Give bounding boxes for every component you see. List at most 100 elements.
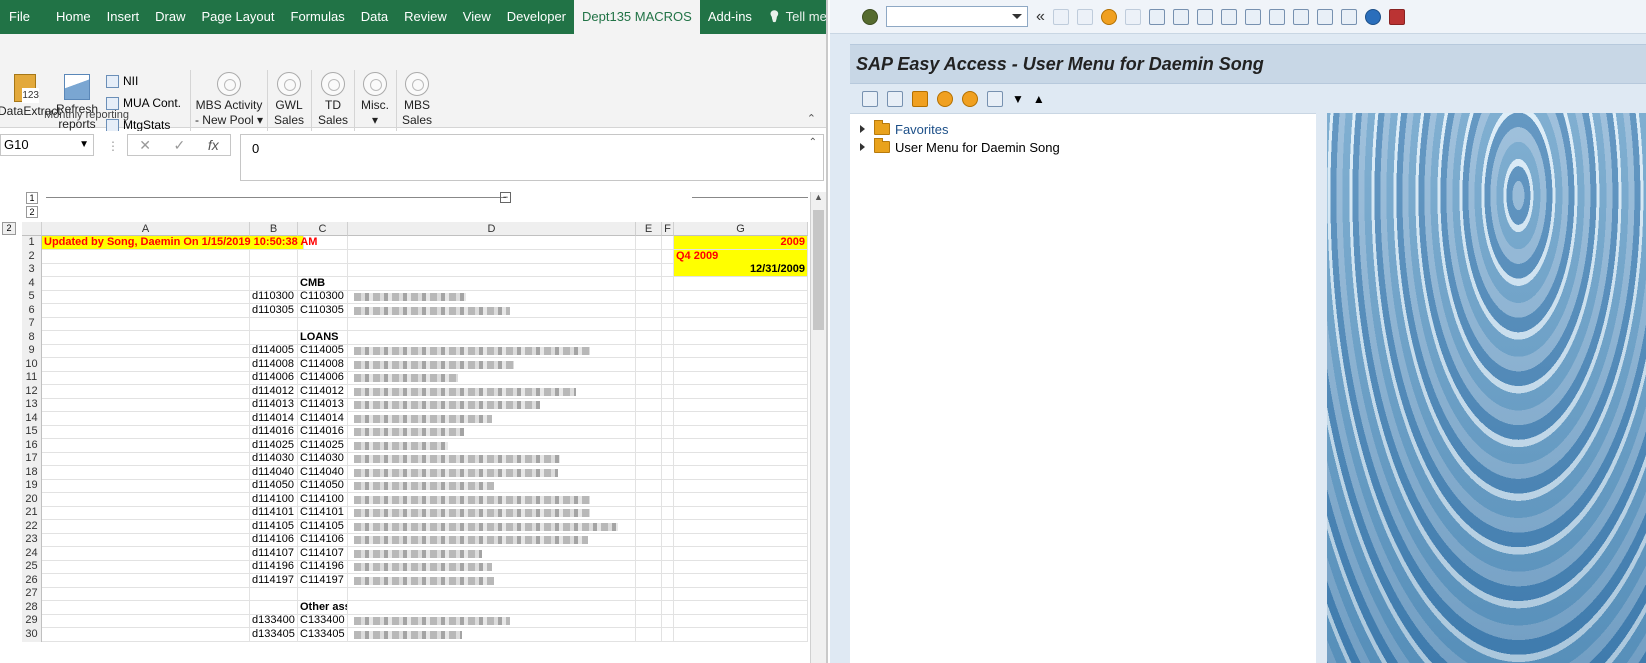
sap-menu-icon[interactable] [887,91,903,107]
vertical-scrollbar[interactable]: ▲ [810,192,826,663]
enter-check-icon[interactable] [862,8,878,25]
column-header-f[interactable]: F [662,222,674,236]
cell-d[interactable] [348,438,636,453]
cell-d[interactable] [348,425,636,439]
cancel-icon[interactable]: ✕ [139,137,151,154]
cell-e[interactable] [636,479,662,493]
row-header[interactable]: 7 [22,317,42,331]
row-header[interactable]: 26 [22,573,42,588]
cell-g[interactable] [674,317,808,331]
scroll-up-icon[interactable]: ▲ [811,192,826,202]
cell-d[interactable] [348,479,636,493]
cell-d[interactable] [348,492,636,507]
cell-b[interactable] [250,276,298,291]
select-all[interactable] [22,222,42,236]
cell-a[interactable] [42,546,250,561]
cell-d[interactable] [348,600,636,615]
cell-a[interactable] [42,519,250,534]
cell-e[interactable] [636,465,662,480]
customize-layout-icon[interactable] [1388,8,1405,25]
cell-c[interactable] [298,249,348,264]
cell-a[interactable] [42,600,250,615]
cell-d[interactable] [348,398,636,412]
cell-g[interactable] [674,465,808,480]
cell-f[interactable] [662,398,674,412]
cell-e[interactable] [636,303,662,318]
cell-b[interactable] [250,317,298,331]
cell-e[interactable] [636,425,662,439]
user-menu-icon[interactable] [912,91,928,107]
cell-d[interactable] [348,533,636,547]
cell-c[interactable]: C114040 [298,465,348,480]
cell-e[interactable] [636,357,662,372]
cell-a[interactable] [42,479,250,493]
cell-b[interactable]: d114006 [250,371,298,385]
cell-e[interactable] [636,587,662,601]
cell-d[interactable] [348,317,636,331]
cell-e[interactable] [636,506,662,520]
cell-e[interactable] [636,600,662,615]
cell-b[interactable]: d110305 [250,303,298,318]
enter-icon[interactable]: ✓ [174,137,186,154]
cell-f[interactable] [662,290,674,304]
cell-d[interactable] [348,573,636,588]
expand-icon[interactable] [860,143,869,151]
cell-g[interactable] [674,276,808,291]
cell-f[interactable] [662,357,674,372]
cell-g[interactable] [674,411,808,426]
cell-c[interactable]: C133405 [298,627,348,642]
cell-c[interactable]: C114016 [298,425,348,439]
cell-a[interactable]: Updated by Song, Daemin On 1/15/2019 10:… [42,236,317,250]
cell-c[interactable]: C114014 [298,411,348,426]
cell-a[interactable] [42,452,250,466]
scroll-thumb[interactable] [813,210,824,330]
cell-b[interactable]: d114005 [250,344,298,358]
cell-e[interactable] [636,519,662,534]
cell-b[interactable] [250,587,298,601]
cell-a[interactable] [42,573,250,588]
change-favorite-icon[interactable] [987,91,1003,107]
cell-f[interactable] [662,492,674,507]
collapse-toolbar-icon[interactable]: « [1036,8,1045,26]
cell-e[interactable] [636,249,662,264]
cell-b[interactable] [250,330,298,345]
column-header-g[interactable]: G [674,222,808,236]
other-menu-icon[interactable] [862,91,878,107]
row-header[interactable]: 11 [22,371,42,385]
cell-b[interactable]: d114030 [250,452,298,466]
find-next-icon[interactable] [1196,8,1213,25]
row-header[interactable]: 18 [22,465,42,480]
cell-d[interactable] [348,357,636,372]
nii-button[interactable]: NII [106,74,138,88]
row-header[interactable]: 3 [22,263,42,277]
cell-c[interactable]: C114025 [298,438,348,453]
cancel-icon[interactable] [1124,8,1141,25]
cell-c[interactable]: Other ass [298,600,348,615]
cell-f[interactable] [662,411,674,426]
cell-c[interactable]: C114101 [298,506,348,520]
row-header[interactable]: 2 [22,249,42,264]
cell-a[interactable] [42,303,250,318]
cell-g[interactable] [674,587,808,601]
cell-e[interactable] [636,290,662,304]
tab-developer[interactable]: Developer [499,0,574,34]
new-session-icon[interactable] [1316,8,1333,25]
cell-d[interactable] [348,560,636,574]
collapse-ribbon-icon[interactable]: ⌃ [807,112,816,125]
cell-g[interactable]: 12/31/2009 [674,263,808,277]
mua-cont-button[interactable]: MUA Cont. [106,96,181,110]
cell-a[interactable] [42,398,250,412]
pane-splitter[interactable] [1316,113,1323,663]
cell-a[interactable] [42,276,250,291]
row-header[interactable]: 12 [22,384,42,399]
mbs-activity-button[interactable]: MBS Activity - New Pool ▾ [194,72,264,128]
row-header[interactable]: 8 [22,330,42,345]
cell-f[interactable] [662,330,674,345]
cell-c[interactable]: C110300 [298,290,348,304]
cell-g[interactable] [674,357,808,372]
tab-formulas[interactable]: Formulas [283,0,353,34]
row-header[interactable]: 15 [22,425,42,439]
cell-a[interactable] [42,506,250,520]
row-header[interactable]: 30 [22,627,42,642]
cell-d[interactable] [348,546,636,561]
